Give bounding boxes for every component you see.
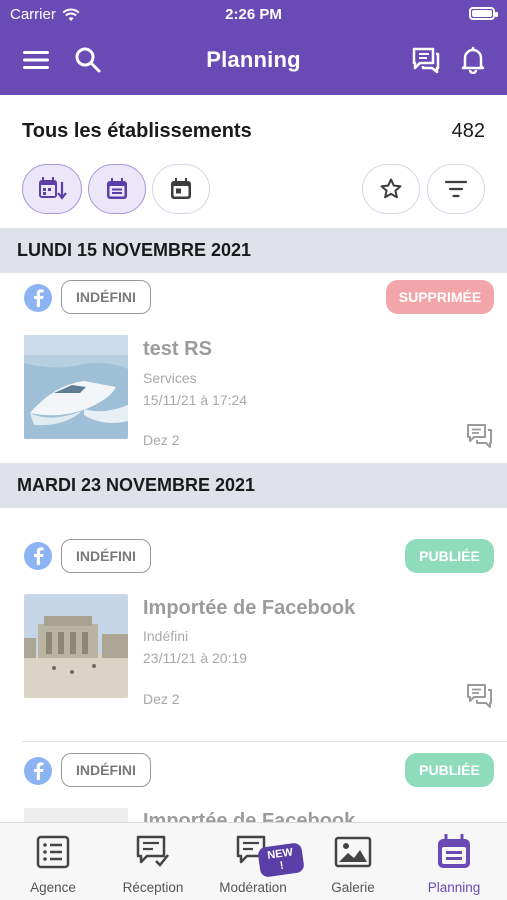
bell-icon[interactable] — [457, 44, 489, 76]
favorites-button[interactable] — [362, 164, 420, 214]
post-title: Importée de Facebook — [143, 810, 356, 822]
calendar-day-icon — [171, 178, 191, 199]
post-count: 482 — [451, 120, 485, 142]
tab-reception[interactable]: Réception — [103, 833, 203, 895]
date-header: MARDI 23 NOVEMBRE 2021 — [0, 463, 507, 508]
tab-agence[interactable]: Agence — [3, 833, 103, 895]
new-badge: NEW ! — [257, 842, 305, 878]
calendar-sort-icon — [39, 177, 67, 200]
post-thumbnail — [24, 808, 128, 822]
tab-label: Agence — [30, 880, 76, 895]
post-thumbnail — [24, 335, 128, 439]
filter-toolbar: Tous les établissements 482 — [0, 95, 507, 228]
image-icon — [303, 833, 403, 871]
message-check-icon — [103, 833, 203, 871]
comments-icon[interactable] — [466, 683, 494, 709]
category-tag: INDÉFINI — [61, 280, 151, 314]
calendar-icon — [107, 178, 127, 199]
tab-label: Planning — [427, 880, 481, 895]
status-badge: PUBLIÉE — [405, 753, 494, 787]
status-badge: PUBLIÉE — [405, 539, 494, 573]
tab-label: Galerie — [331, 880, 375, 895]
sort-by-date-button[interactable] — [22, 164, 82, 214]
post-category: Indéfini — [143, 628, 189, 644]
list-icon — [3, 833, 103, 871]
date-header: LUNDI 15 NOVEMBRE 2021 — [0, 228, 507, 273]
battery-icon — [469, 7, 498, 20]
post-author: Dez 2 — [143, 691, 180, 707]
status-bar: Carrier 2:26 PM — [0, 0, 507, 30]
facebook-icon — [24, 284, 52, 312]
comments-icon[interactable] — [466, 423, 494, 449]
tab-label: Modération — [219, 880, 287, 895]
category-tag: INDÉFINI — [61, 539, 151, 573]
post-datetime: 15/11/21 à 17:24 — [143, 392, 248, 408]
messages-icon[interactable] — [410, 44, 442, 76]
filter-icon — [444, 180, 468, 198]
establishment-scope[interactable]: Tous les établissements — [22, 120, 252, 143]
calendar-icon — [404, 833, 504, 871]
app-header: Carrier 2:26 PM Planning — [0, 0, 507, 95]
tab-moderation[interactable]: NEW ! Modération — [203, 833, 305, 895]
post-thumbnail — [24, 594, 128, 698]
tab-bar: Agence Réception NEW ! Modération Galeri… — [0, 822, 507, 900]
star-icon — [380, 178, 402, 199]
tab-galerie[interactable]: Galerie — [303, 833, 403, 895]
day-view-button[interactable] — [152, 164, 210, 214]
tab-planning[interactable]: Planning — [404, 833, 504, 895]
facebook-icon — [24, 757, 52, 785]
post-title: test RS — [143, 338, 212, 360]
nav-bar: Planning — [0, 38, 507, 84]
post-card[interactable]: INDÉFINI PUBLIÉE Importée de Facebook In… — [0, 508, 507, 740]
status-badge: SUPPRIMÉE — [386, 280, 494, 314]
filter-button[interactable] — [427, 164, 485, 214]
post-card[interactable]: INDÉFINI PUBLIÉE Importée de Facebook — [0, 742, 507, 822]
facebook-icon — [24, 542, 52, 570]
post-category: Services — [143, 370, 197, 386]
category-tag: INDÉFINI — [61, 753, 151, 787]
post-datetime: 23/11/21 à 20:19 — [143, 650, 248, 666]
tab-label: Réception — [122, 880, 184, 895]
post-author: Dez 2 — [143, 432, 180, 448]
status-time: 2:26 PM — [225, 6, 282, 23]
post-card[interactable]: INDÉFINI SUPPRIMÉE test RS Services 15/1… — [0, 273, 507, 463]
calendar-view-button[interactable] — [88, 164, 146, 214]
post-title: Importée de Facebook — [143, 597, 356, 619]
